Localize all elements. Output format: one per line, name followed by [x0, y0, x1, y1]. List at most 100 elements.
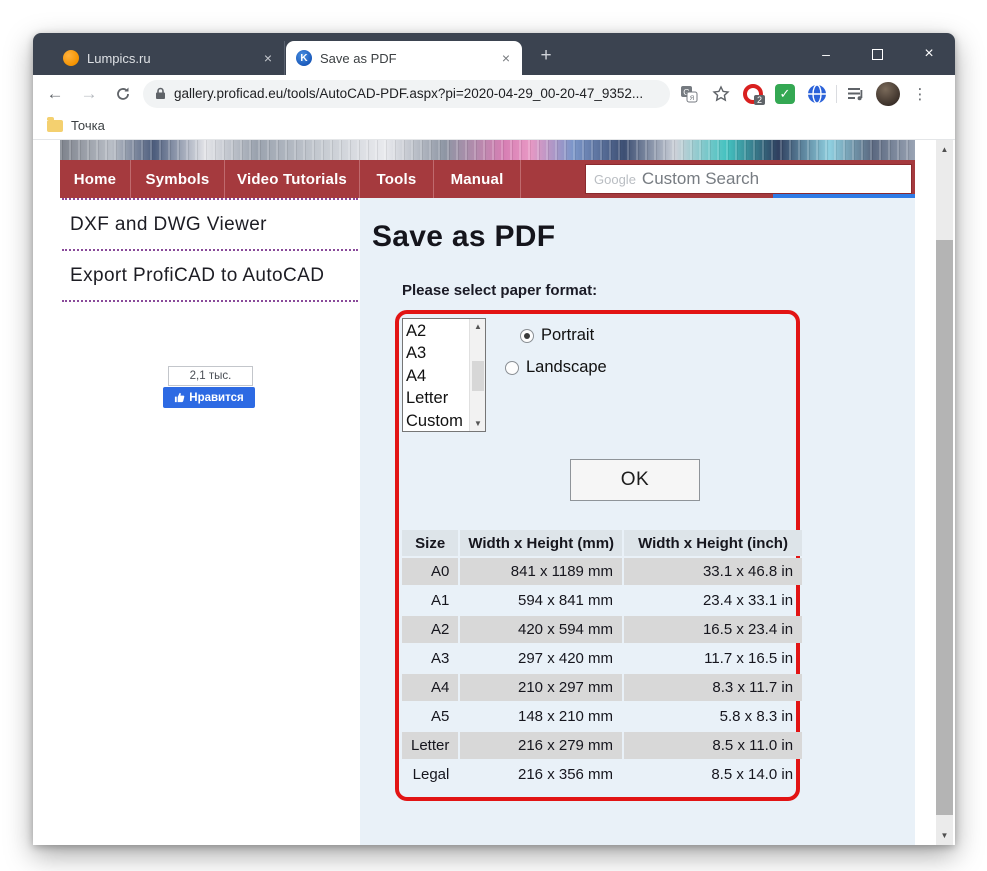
cell-mm: 841 x 1189 mm: [460, 558, 623, 585]
cell-size: Legal: [412, 766, 450, 783]
new-tab-button[interactable]: +: [533, 43, 559, 69]
nav-home[interactable]: Home: [60, 160, 131, 198]
option-letter[interactable]: Letter: [406, 387, 469, 409]
scroll-up-icon[interactable]: ▲: [470, 319, 486, 334]
playlist-icon[interactable]: [843, 81, 869, 107]
sidebar-link-export-proficad[interactable]: Export ProfiCAD to AutoCAD: [62, 251, 358, 302]
extension-globe-icon[interactable]: [804, 81, 830, 107]
profile-avatar[interactable]: [875, 81, 901, 107]
forward-button[interactable]: →: [75, 80, 103, 108]
tab-title: Lumpics.ru: [87, 50, 151, 66]
nav-video-tutorials[interactable]: Video Tutorials: [225, 160, 360, 198]
cell-inch: 23.4 x 33.1 in: [702, 592, 794, 609]
cell-inch: 8.5 x 11.0 in: [624, 732, 803, 759]
table-row: Legal 216 x 356 mm 8.5 x 14.0 in: [402, 761, 802, 788]
cell-mm: 216 x 279 mm: [460, 732, 623, 759]
tab-close-icon[interactable]: ×: [500, 50, 512, 66]
main-content: Save as PDF Please select paper format: …: [360, 198, 915, 845]
nav-tools[interactable]: Tools: [360, 160, 434, 198]
svg-text:я: я: [690, 93, 694, 102]
sidebar-link-dxf-dwg-viewer[interactable]: DXF and DWG Viewer: [62, 198, 358, 251]
tab-title: Save as PDF: [320, 50, 397, 66]
paper-format-prompt: Please select paper format:: [402, 282, 598, 299]
tab-strip: Lumpics.ru × K Save as PDF × + – ×: [33, 33, 955, 75]
lumpics-favicon-icon: [63, 50, 79, 66]
page-viewport: Home Symbols Video Tutorials Tools Manua…: [33, 140, 955, 845]
menu-dots-icon[interactable]: ⋮: [907, 81, 933, 107]
table-row: Letter 216 x 279 mm 8.5 x 11.0 in: [402, 732, 803, 759]
scroll-down-icon[interactable]: ▼: [470, 416, 486, 431]
translate-icon[interactable]: G я: [676, 81, 702, 107]
reload-button[interactable]: [109, 80, 137, 108]
radio-portrait-label: Portrait: [541, 326, 595, 344]
paper-format-options: A2 A3 A4 Letter Custom: [403, 319, 469, 431]
table-header-row: Size Width x Height (mm) Width x Height …: [402, 530, 803, 556]
address-bar[interactable]: gallery.proficad.eu/tools/AutoCAD-PDF.as…: [143, 79, 670, 108]
option-a2[interactable]: A2: [406, 320, 469, 342]
nav-manual[interactable]: Manual: [434, 160, 521, 198]
option-a4[interactable]: A4: [406, 365, 469, 387]
radio-landscape[interactable]: Landscape: [505, 358, 607, 377]
header-mm: Width x Height (mm): [460, 530, 623, 556]
cell-mm: 420 x 594 mm: [460, 616, 623, 643]
facebook-like-widget: 2,1 тыс. Нравится: [163, 366, 259, 408]
url-text: gallery.proficad.eu/tools/AutoCAD-PDF.as…: [174, 86, 644, 101]
custom-search-input[interactable]: Google Custom Search: [585, 164, 912, 194]
table-row: A3 297 x 420 mm 11.7 x 16.5 in: [402, 645, 802, 672]
minimize-button[interactable]: –: [814, 46, 838, 62]
cell-inch: 5.8 x 8.3 in: [719, 708, 794, 725]
thumbs-up-icon: [175, 392, 185, 403]
scroll-down-icon[interactable]: ▼: [936, 828, 953, 843]
cell-inch: 8.5 x 14.0 in: [711, 766, 794, 783]
page-scrollbar[interactable]: ▲ ▼: [936, 140, 953, 845]
radio-portrait-icon[interactable]: [520, 328, 534, 343]
cell-mm: 148 x 210 mm: [518, 708, 614, 725]
listbox-scrollbar[interactable]: ▲ ▼: [469, 319, 485, 431]
ok-button[interactable]: OK: [570, 459, 700, 501]
bookmark-item[interactable]: Точка: [71, 118, 105, 133]
paper-format-listbox[interactable]: A2 A3 A4 Letter Custom ▲ ▼: [402, 318, 486, 432]
option-a3[interactable]: A3: [406, 342, 469, 364]
browser-toolbar: ← → gallery.proficad.eu/tools/AutoCAD-PD…: [33, 75, 955, 112]
cell-size: A4: [402, 674, 459, 701]
cell-mm: 297 x 420 mm: [518, 650, 614, 667]
bookmarks-bar: Точка: [33, 112, 955, 140]
header-size: Size: [402, 530, 459, 556]
cell-mm: 594 x 841 mm: [518, 592, 614, 609]
maximize-button[interactable]: [872, 48, 883, 60]
radio-portrait[interactable]: Portrait: [520, 326, 594, 345]
facebook-like-button[interactable]: Нравится: [163, 387, 255, 408]
table-row: A2 420 x 594 mm 16.5 x 23.4 in: [402, 616, 803, 643]
page-scroll-thumb[interactable]: [936, 240, 953, 815]
proficad-favicon-icon: K: [296, 50, 312, 66]
lock-icon: [156, 87, 165, 99]
table-row: A1 594 x 841 mm 23.4 x 33.1 in: [402, 587, 802, 614]
site-navbar: Home Symbols Video Tutorials Tools Manua…: [60, 160, 915, 198]
window-controls: – ×: [814, 33, 941, 75]
bookmark-folder-icon: [47, 116, 63, 132]
tab-close-icon[interactable]: ×: [262, 50, 274, 66]
scroll-up-icon[interactable]: ▲: [936, 142, 953, 157]
table-row: A4 210 x 297 mm 8.3 x 11.7 in: [402, 674, 803, 701]
radio-landscape-icon[interactable]: [505, 360, 519, 375]
tab-lumpics[interactable]: Lumpics.ru ×: [53, 41, 285, 75]
header-inch: Width x Height (inch): [624, 530, 803, 556]
cell-inch: 8.3 x 11.7 in: [624, 674, 803, 701]
browser-window: Lumpics.ru × K Save as PDF × + – × ← → g…: [33, 33, 955, 845]
extension-blocker-icon[interactable]: 2: [740, 81, 766, 107]
cell-mm: 210 x 297 mm: [460, 674, 623, 701]
tab-save-as-pdf[interactable]: K Save as PDF ×: [286, 41, 522, 75]
nav-symbols[interactable]: Symbols: [131, 160, 225, 198]
close-window-button[interactable]: ×: [917, 45, 941, 63]
paper-sizes-table: Size Width x Height (mm) Width x Height …: [400, 528, 804, 790]
option-custom[interactable]: Custom: [406, 410, 469, 432]
listbox-scroll-thumb[interactable]: [472, 361, 484, 391]
extension-check-icon[interactable]: ✓: [772, 81, 798, 107]
header-banner-image: [60, 140, 915, 160]
search-placeholder: Custom Search: [641, 169, 760, 188]
table-row: A5 148 x 210 mm 5.8 x 8.3 in: [402, 703, 802, 730]
facebook-like-count: 2,1 тыс.: [168, 366, 253, 386]
back-button[interactable]: ←: [41, 80, 69, 108]
site-sidebar: DXF and DWG Viewer Export ProfiCAD to Au…: [60, 198, 360, 845]
bookmark-star-icon[interactable]: [708, 81, 734, 107]
